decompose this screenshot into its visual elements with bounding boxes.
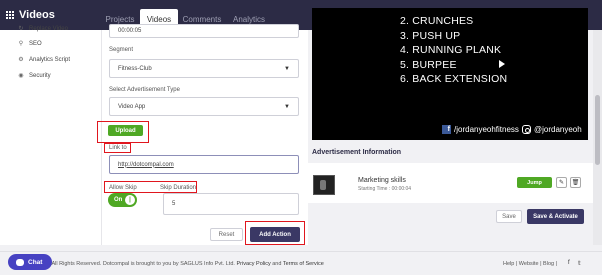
instagram-handle-text: @jordanyeoh bbox=[534, 125, 582, 134]
footer-links[interactable]: Help | Website | Blog | bbox=[503, 261, 557, 267]
and-text: and bbox=[272, 261, 282, 267]
workout-item: 4. RUNNING PLANK bbox=[400, 44, 502, 56]
ad-type-label: Select Advertisement Type bbox=[109, 87, 180, 93]
chat-button[interactable]: Chat bbox=[8, 254, 52, 270]
edit-icon[interactable]: ✎ bbox=[556, 177, 567, 188]
sidebar-item-seo[interactable]: ⚲ SEO bbox=[17, 39, 42, 49]
play-icon[interactable] bbox=[499, 60, 505, 68]
jump-button[interactable]: Jump bbox=[517, 177, 552, 188]
time-value: 00:00:05 bbox=[118, 28, 142, 34]
chat-label: Chat bbox=[28, 258, 43, 266]
toggle-label: On bbox=[114, 197, 123, 203]
ad-card: Marketing skills Starting Time : 00:00:0… bbox=[308, 163, 593, 203]
footer-copyright: s. All Rights Reserved. Dotcompal is bro… bbox=[46, 261, 324, 267]
segment-select[interactable]: Fitness-Club ▼ bbox=[109, 59, 299, 78]
facebook-handle-text: /jordanyeohfitness bbox=[454, 125, 519, 134]
chat-icon bbox=[16, 258, 24, 266]
sidebar-item-label: Analytics Script bbox=[29, 57, 71, 63]
ad-info-title: Advertisement Information bbox=[312, 149, 402, 156]
sidebar-item-label: SEO bbox=[29, 41, 42, 47]
instagram-handle: @jordanyeoh bbox=[522, 125, 582, 134]
workout-list: 2. CRUNCHES 3. PUSH UP 4. RUNNING PLANK … bbox=[400, 14, 507, 87]
code-icon: ⚙ bbox=[18, 57, 24, 63]
link-input[interactable]: http://dotcompal.com bbox=[109, 155, 299, 174]
ad-name: Marketing skills bbox=[358, 177, 406, 184]
instagram-icon bbox=[522, 125, 531, 134]
search-icon: ⚲ bbox=[18, 41, 24, 47]
replace-icon: ↻ bbox=[18, 26, 24, 32]
segment-label: Segment bbox=[109, 47, 134, 53]
video-player[interactable]: 2. CRUNCHES 3. PUSH UP 4. RUNNING PLANK … bbox=[312, 8, 588, 140]
facebook-icon: f bbox=[442, 125, 451, 134]
workout-item: 3. PUSH UP bbox=[400, 29, 461, 42]
privacy-policy-link[interactable]: Privacy Policy bbox=[236, 261, 270, 267]
workout-item: 2. CRUNCHES bbox=[400, 15, 474, 27]
chevron-down-icon: ▼ bbox=[284, 103, 290, 110]
skip-duration-input[interactable]: 5 bbox=[163, 193, 299, 215]
sidebar-item-label: Replace Video bbox=[29, 26, 68, 32]
scrollbar-thumb[interactable] bbox=[595, 95, 600, 165]
workout-item: 5. BURPEE bbox=[400, 58, 457, 71]
action-form: 00:00:05 Segment Fitness-Club ▼ Select A… bbox=[97, 24, 308, 245]
link-value: http://dotcompal.com bbox=[118, 161, 174, 168]
chevron-down-icon: ▼ bbox=[284, 65, 290, 72]
sidebar-item-label: Security bbox=[29, 73, 51, 79]
facebook-icon[interactable]: f bbox=[568, 260, 570, 266]
highlight-box bbox=[97, 121, 149, 143]
segment-value: Fitness-Club bbox=[118, 65, 152, 72]
delete-icon[interactable]: 🗑 bbox=[570, 177, 581, 188]
ad-thumbnail bbox=[313, 175, 335, 195]
highlight-box bbox=[104, 181, 197, 193]
copyright-text: s. All Rights Reserved. Dotcompal is bro… bbox=[46, 261, 235, 267]
facebook-handle: f /jordanyeohfitness bbox=[442, 125, 519, 134]
ad-start-time: Starting Time : 00:00:04 bbox=[358, 186, 412, 192]
apps-grid-icon[interactable] bbox=[6, 11, 15, 20]
save-button[interactable]: Save bbox=[496, 210, 522, 223]
skip-duration-value: 5 bbox=[172, 201, 176, 207]
sidebar: ↻ Replace Video ⚲ SEO ⚙ Analytics Script ◉ S… bbox=[0, 26, 102, 245]
footer: s. All Rights Reserved. Dotcompal is bro… bbox=[0, 251, 602, 275]
twitter-icon[interactable]: 𝕥 bbox=[578, 260, 581, 267]
save-activate-button[interactable]: Save & Activate bbox=[527, 209, 584, 224]
highlight-box bbox=[104, 143, 131, 153]
allow-skip-toggle[interactable]: On | bbox=[108, 193, 137, 207]
ad-type-value: Video App bbox=[118, 103, 146, 110]
shield-icon: ◉ bbox=[18, 73, 24, 79]
reset-button[interactable]: Reset bbox=[210, 228, 243, 241]
toggle-knob: | bbox=[125, 195, 135, 205]
terms-link[interactable]: Terms of Service bbox=[283, 261, 324, 267]
ad-type-select[interactable]: Video App ▼ bbox=[109, 97, 299, 116]
page-title: Videos bbox=[19, 9, 55, 21]
sidebar-item-analytics-script[interactable]: ⚙ Analytics Script bbox=[17, 55, 70, 65]
workout-item: 6. BACK EXTENSION bbox=[400, 73, 508, 85]
sidebar-item-replace-video[interactable]: ↻ Replace Video bbox=[17, 24, 68, 34]
sidebar-item-security[interactable]: ◉ Security bbox=[17, 71, 51, 81]
highlight-box bbox=[245, 221, 305, 245]
time-input[interactable]: 00:00:05 bbox=[109, 24, 299, 38]
